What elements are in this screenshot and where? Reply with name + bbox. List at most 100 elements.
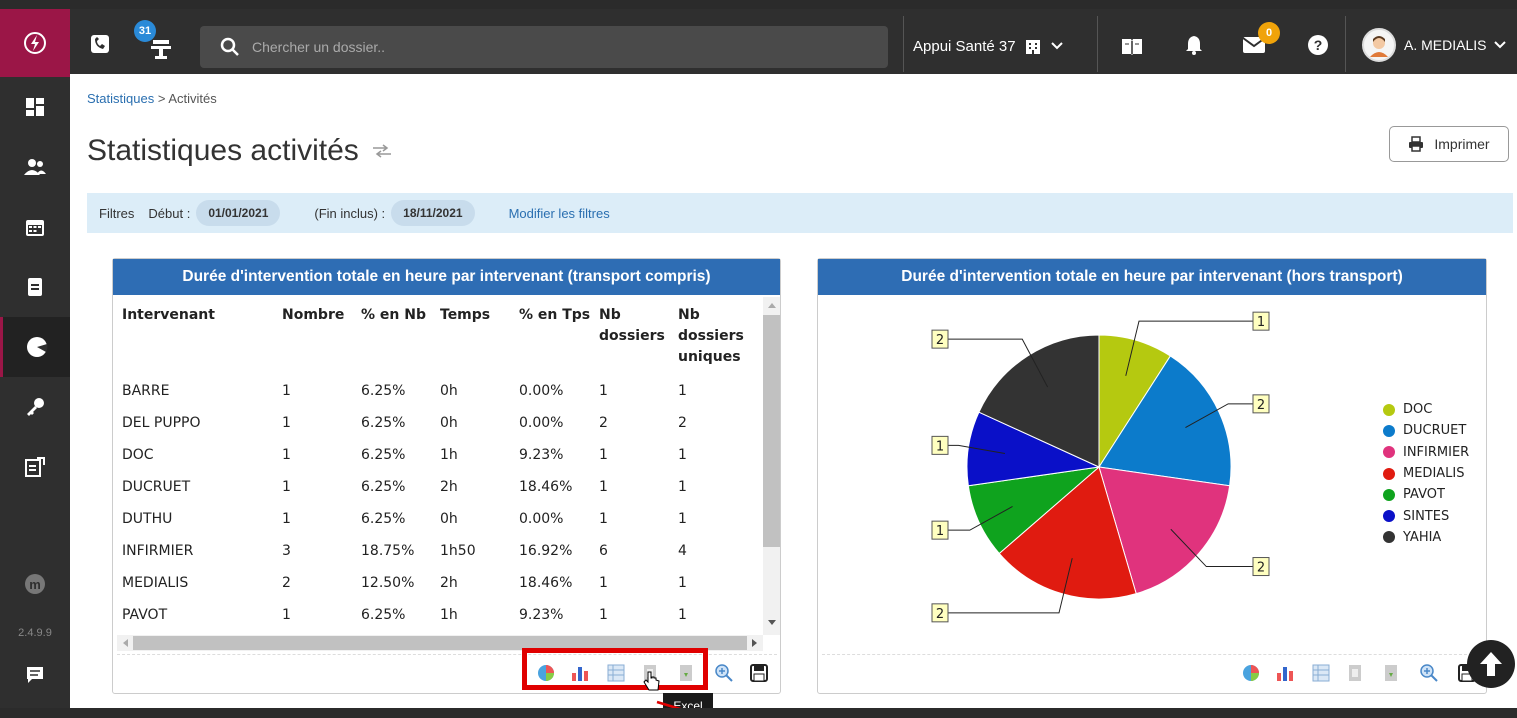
pie-chart-view-icon[interactable] [1242,664,1260,682]
table-cell: DOC [122,447,154,463]
table-cell: 1 [282,447,291,463]
column-header: Nombre [282,307,345,323]
table-row: DUCRUET 1 6.25% 2h 18.46% 1 1 [122,471,758,503]
end-date-label: (Fin inclus) : [314,205,386,221]
legend-item[interactable]: MEDIALIS [1383,463,1469,484]
table-cell: 2 [282,575,291,591]
table-row: INFIRMIER 3 18.75% 1h50 16.92% 6 4 [122,535,758,567]
csv-export-icon[interactable] [1382,664,1400,682]
sidebar-item-statistics[interactable] [0,317,70,377]
org-name: Appui Santé 37 [913,37,1016,55]
sidebar-item-calendar[interactable] [0,197,70,257]
highlight-box [522,648,708,690]
table-cell: 2h [440,479,458,495]
legend-item[interactable]: DOC [1383,399,1469,420]
legend-item[interactable]: PAVOT [1383,484,1469,505]
legend-item[interactable]: DUCRUET [1383,420,1469,441]
org-selector[interactable]: Appui Santé 37 [913,37,1064,55]
sidebar-item-brand[interactable]: m [0,564,70,604]
user-menu[interactable]: A. MEDIALIS [1362,28,1507,62]
sidebar-item-dashboard[interactable] [0,77,70,137]
table-cell: 0.00% [519,415,564,431]
table-cell: 1 [282,511,291,527]
table-cell: 2 [599,415,608,431]
filters-bar: Filtres Début : 01/01/2021 (Fin inclus) … [87,193,1513,233]
table-cell: 1 [282,383,291,399]
topbar-divider [1345,16,1346,72]
scroll-up-arrow-icon[interactable] [767,301,777,309]
tasks-badge: 31 [134,20,156,42]
search-input[interactable] [252,39,872,55]
breadcrumb-link-statistiques[interactable]: Statistiques [87,91,154,106]
sidebar-item-documents[interactable] [0,257,70,317]
table-body: BARRE 1 6.25% 0h 0.00% 1 1 DEL PUPPO 1 6.25% 0h 0.0… [122,375,758,631]
legend-swatch [1383,531,1395,544]
table-cell: DUCRUET [122,479,191,495]
panel-divider [822,654,1482,655]
bell-icon[interactable] [1182,33,1206,57]
legend-swatch [1383,467,1395,480]
excel-export-icon[interactable] [1346,664,1364,682]
sidebar: m 2.4.9.9 [0,77,70,718]
table-view-icon[interactable] [1312,664,1330,682]
topbar-divider [1097,16,1098,72]
end-date-value: 18/11/2021 [391,200,475,226]
sidebar-item-users[interactable] [0,137,70,197]
phone-book-icon[interactable] [88,32,112,56]
panel-left-title: Durée d'intervention totale en heure par… [113,259,780,295]
app-logo[interactable] [0,9,70,77]
hand-cursor-icon [643,671,660,691]
legend-label: SINTES [1403,508,1450,524]
page-title-row: Statistiques activités [87,134,393,168]
modify-filters-link[interactable]: Modifier les filtres [509,206,610,221]
table-cell: 6.25% [361,479,406,495]
save-icon[interactable] [750,664,768,682]
sidebar-item-chat[interactable] [0,650,70,700]
table-cell: 0h [440,511,458,527]
page-title: Statistiques activités [87,134,359,167]
table-cell: BARRE [122,383,170,399]
scroll-down-arrow-icon[interactable] [767,619,777,627]
breadcrumb-separator: > [157,91,166,106]
column-header: Nb dossiers uniques [678,307,744,365]
column-header: % en Nb [361,307,426,323]
scroll-to-top-button[interactable] [1467,640,1515,688]
table-cell: 18.46% [519,479,573,495]
print-button[interactable]: Imprimer [1389,126,1509,162]
search-bar[interactable] [200,26,888,68]
users-icon [24,159,46,175]
panel-right: Durée d'intervention totale en heure par… [817,258,1487,694]
scroll-right-arrow-icon[interactable] [751,638,759,648]
legend-item[interactable]: INFIRMIER [1383,442,1469,463]
table-cell: 6.25% [361,607,406,623]
scroll-left-arrow-icon[interactable] [121,638,129,648]
table-cell: 6.25% [361,415,406,431]
taskbar-strip [0,708,1517,718]
slice-value-label: 2 [1257,561,1265,576]
chevron-down-icon [1050,42,1063,50]
table-cell: 1 [282,415,291,431]
vertical-scroll-thumb[interactable] [763,315,780,547]
legend-item[interactable]: YAHIA [1383,527,1469,548]
table-cell: 12.50% [361,575,415,591]
table-cell: 2h [440,575,458,591]
zoom-icon[interactable] [1420,664,1438,682]
statistics-icon [26,337,47,357]
table-cell: 3 [282,543,291,559]
printer-icon [1409,136,1424,152]
table-cell: 18.75% [361,543,415,559]
topbar-divider [903,16,904,72]
user-avatar-icon [1370,36,1388,57]
zoom-icon[interactable] [715,664,733,682]
legend-item[interactable]: SINTES [1383,505,1469,526]
table-cell: DEL PUPPO [122,415,201,431]
book-icon[interactable] [1118,34,1146,58]
sidebar-item-settings[interactable] [0,377,70,437]
help-icon[interactable]: ? [1306,33,1330,57]
bar-chart-view-icon[interactable] [1276,664,1294,682]
sidebar-item-export[interactable] [0,437,70,497]
print-label: Imprimer [1434,136,1490,152]
swap-arrows-icon[interactable] [371,143,393,159]
table-cell: 18.46% [519,575,573,591]
table-cell: DUTHU [122,511,173,527]
